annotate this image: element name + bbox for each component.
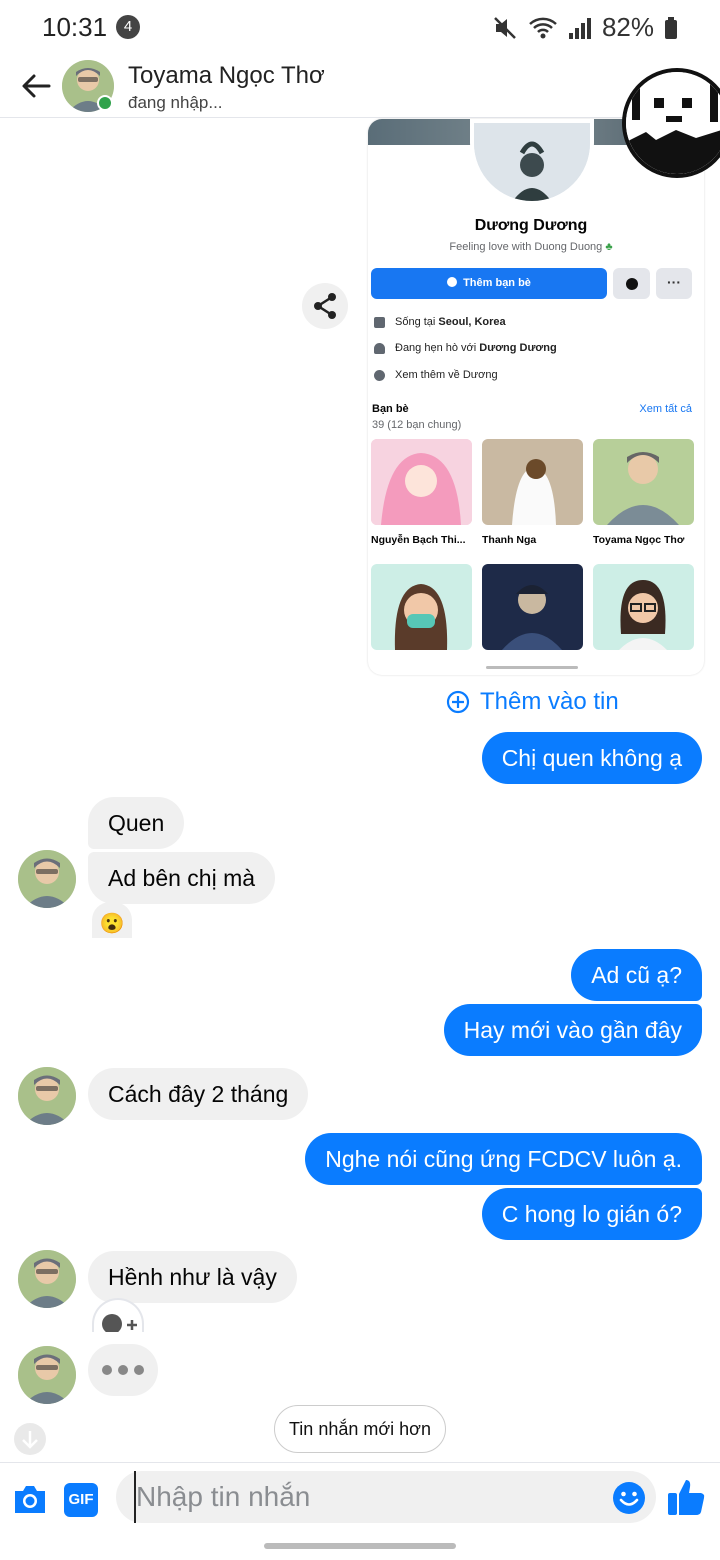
add-friend-icon [447,277,458,287]
clover-icon: ♣ [605,241,613,253]
incoming-message[interactable]: Hềnh như là vậy [88,1251,297,1303]
friend-photo [482,439,583,525]
online-indicator [97,95,113,111]
friend-photo [371,439,472,525]
heart-icon [374,342,385,354]
friend-photo [593,439,694,525]
see-all-link: Xem tất cả [639,403,692,415]
more-icon: ··· [656,268,692,299]
home-icon [374,316,385,328]
home-gesture-bar[interactable] [264,1543,456,1549]
outgoing-message[interactable]: Nghe nói cũng ứng FCDCV luôn ạ. [305,1133,702,1185]
status-icons: 82% [492,12,678,43]
friend-name: Toyama Ngọc Thơ [593,534,685,546]
gif-button[interactable]: GIF [64,1483,98,1517]
share-button[interactable] [302,283,348,329]
status-time: 10:31 [42,12,108,42]
typing-indicator [88,1344,158,1396]
profile-name: Dương Dương [474,217,588,234]
battery-percent: 82% [601,12,654,42]
camera-icon[interactable] [12,1483,48,1515]
contact-avatar[interactable] [18,1067,76,1125]
friend-name: Thanh Nga [482,534,537,546]
mute-icon [494,16,516,39]
profile-bio: Feeling love with Duong Duong ♣ [368,241,694,253]
incoming-message[interactable]: Quen [88,797,185,849]
message-input-wrapper [116,1471,656,1523]
info-relationship: Đang hẹn hò với Dương Dương [374,342,557,354]
contact-avatar[interactable] [18,1250,76,1308]
outgoing-message[interactable]: Hay mới vào gần đây [443,1004,702,1056]
add-reaction-button[interactable] [92,1298,144,1334]
share-icon [314,293,336,319]
system-nav-bar [0,1532,720,1560]
outgoing-message[interactable]: Ad cũ ạ? [571,949,702,1001]
info-bold: Dương Dương [479,342,557,354]
notification-badge: 4 [116,15,140,39]
emoji-icon[interactable] [612,1481,646,1515]
contact-name[interactable]: Toyama Ngọc Thơ [128,62,325,90]
friend-name: Nguyễn Bạch Thi... [371,534,466,546]
contact-avatar[interactable] [18,1346,76,1404]
friend-photo [482,564,583,650]
friend-photo [593,564,694,650]
add-circle-icon [446,690,470,714]
outgoing-message[interactable]: Chị quen không ạ [481,732,702,784]
add-reaction-icon [102,1314,137,1334]
profile-picture [470,119,594,205]
info-text: Đang hẹn hò với [395,342,480,354]
back-arrow-icon[interactable] [18,68,54,104]
typing-status: đang nhập... [128,93,223,112]
status-bar: 10:31 4 82% [0,0,720,56]
reaction-emoji[interactable]: 😮 [92,902,132,938]
conversation-header: Toyama Ngọc Thơ đang nhập... [0,56,720,118]
add-friend-label: Thêm bạn bè [463,277,531,289]
add-friend-button: Thêm bạn bè [371,268,607,299]
battery-icon [665,16,677,39]
info-bold: Seoul, Korea [438,316,506,328]
scroll-down-button[interactable] [14,1423,46,1455]
profile-bio-text: Feeling love with Duong Duong [449,241,603,253]
more-dots-icon [374,369,385,381]
messenger-icon [613,268,650,299]
newer-messages-button[interactable]: Tin nhắn mới hơn [274,1405,446,1453]
signal-icon [568,17,591,39]
incoming-message[interactable]: Cách đây 2 tháng [88,1068,309,1120]
info-text: Sống tại [395,316,439,328]
info-see-more: Xem thêm về Dương [374,369,498,381]
add-to-story-button[interactable]: Thêm vào tin [446,688,619,716]
message-composer: GIF [0,1462,720,1532]
wifi-icon [529,17,557,38]
info-text: Xem thêm về Dương [395,369,498,381]
add-to-story-label: Thêm vào tin [480,688,619,715]
arrow-down-icon [22,1431,38,1449]
outgoing-message[interactable]: C hong lo gián ó? [481,1188,702,1240]
shared-profile-screenshot[interactable]: Dương Dương Feeling love with Duong Duon… [368,119,704,675]
info-lives-in: Sống tại Seoul, Korea [374,316,506,328]
incoming-message[interactable]: Ad bên chị mà [88,852,276,904]
image-scrollbar [486,666,578,669]
friends-count: 39 (12 bạn chung) [372,419,462,431]
friend-photo [371,564,472,650]
contact-avatar[interactable] [18,850,76,908]
friends-title: Bạn bè [372,403,409,415]
like-icon[interactable] [666,1477,706,1517]
message-input[interactable] [134,1471,594,1523]
